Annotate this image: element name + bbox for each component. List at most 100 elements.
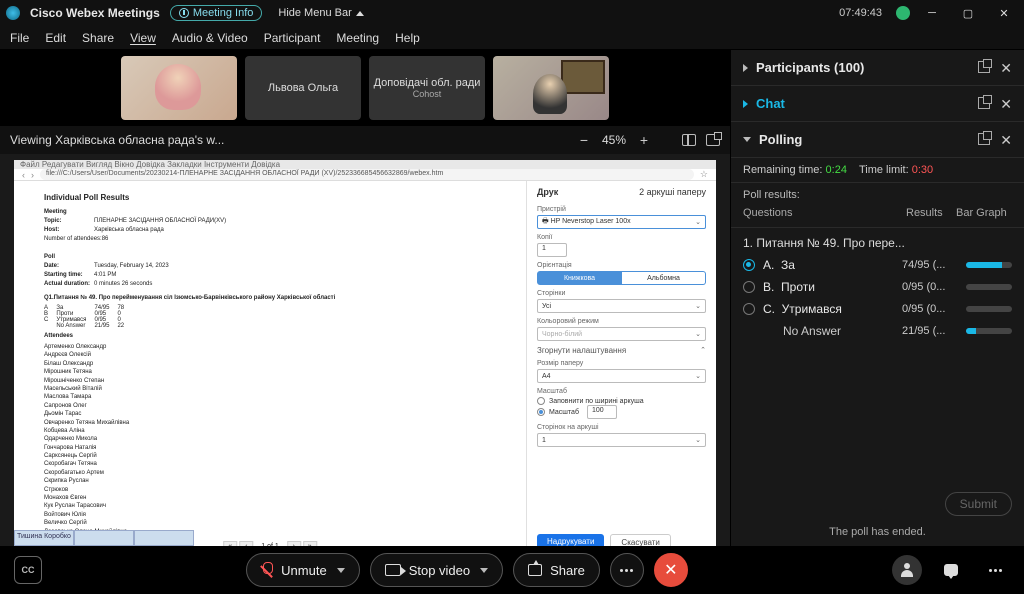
- print-sheets: 2 аркуші паперу: [639, 187, 706, 197]
- poll-option-a[interactable]: A. За 74/95 (...: [731, 254, 1024, 276]
- layout-side-icon[interactable]: [682, 134, 696, 146]
- scale-fit-label: Заповнити по ширині аркуша: [549, 398, 644, 405]
- print-color-select[interactable]: Чорно-білий⌄: [537, 327, 706, 341]
- menu-participant[interactable]: Participant: [264, 31, 321, 45]
- video-tile-2-name: Львова Ольга: [268, 82, 338, 94]
- scale-value-input[interactable]: 100: [587, 405, 617, 419]
- participants-label: Participants (100): [756, 60, 864, 75]
- doc-host-label: Host:: [44, 226, 94, 235]
- minimize-button[interactable]: ─: [918, 3, 946, 23]
- strip-cell: [74, 530, 134, 546]
- print-fewer[interactable]: Згорнути налаштування: [537, 346, 626, 355]
- doc-dur-label: Actual duration:: [44, 280, 94, 289]
- scale-fit-radio[interactable]: [537, 397, 545, 405]
- zoom-controls: − 45% +: [576, 132, 652, 148]
- doc-date: Tuesday, February 14, 2023: [94, 263, 169, 269]
- stop-video-button[interactable]: Stop video: [370, 553, 503, 587]
- meeting-info-button[interactable]: Meeting Info: [170, 5, 263, 21]
- print-copies-input[interactable]: 1: [537, 243, 567, 257]
- print-persheet-select[interactable]: 1⌄: [537, 433, 706, 447]
- radio-icon: [743, 303, 755, 315]
- menu-file[interactable]: File: [10, 31, 29, 45]
- menu-help[interactable]: Help: [395, 31, 420, 45]
- scale-custom-label: Масштаб: [549, 409, 579, 416]
- star-icon[interactable]: ☆: [700, 169, 708, 180]
- col-questions: Questions: [743, 207, 906, 219]
- back-icon[interactable]: ‹: [22, 170, 25, 180]
- chat-toggle[interactable]: [936, 555, 966, 585]
- menu-view[interactable]: View: [130, 31, 156, 45]
- maximize-button[interactable]: ▢: [954, 3, 982, 23]
- network-status-icon[interactable]: [896, 6, 910, 20]
- browser-body: Individual Poll Results Meeting Topic:ПЛ…: [14, 181, 716, 546]
- doc-start-label: Starting time:: [44, 271, 94, 280]
- print-paper-select[interactable]: A4⌄: [537, 369, 706, 383]
- video-tile-2[interactable]: Львова Ольга: [245, 56, 361, 120]
- forward-icon[interactable]: ›: [31, 170, 34, 180]
- zoom-out-button[interactable]: −: [576, 132, 592, 148]
- print-persheet-label: Сторінок на аркуші: [537, 424, 706, 431]
- zoom-in-button[interactable]: +: [636, 132, 652, 148]
- popout-icon[interactable]: [978, 61, 990, 73]
- print-device-select[interactable]: 🖶 HP Neverstop Laser 100x⌄: [537, 215, 706, 229]
- video-tile-3[interactable]: Доповідачі обл. ради Cohost: [369, 56, 485, 120]
- chevron-down-icon: [743, 137, 751, 142]
- table-row: No Answer21/9522: [44, 323, 132, 329]
- limit-value: 0:30: [912, 164, 933, 176]
- print-orient-label: Орієнтація: [537, 262, 706, 269]
- menu-audio-video[interactable]: Audio & Video: [172, 31, 248, 45]
- stop-video-label: Stop video: [409, 563, 470, 578]
- share-button[interactable]: Share: [513, 553, 600, 587]
- doc-meeting-label: Meeting: [44, 208, 94, 217]
- video-tile-4[interactable]: [493, 56, 609, 120]
- browser-url-bar: ‹ › file:///C:/Users/User/Documents/2023…: [14, 169, 716, 181]
- doc-dur: 0 minutes 26 seconds: [94, 281, 152, 287]
- participants-toggle[interactable]: [892, 555, 922, 585]
- right-panels: Participants (100) ✕ Chat ✕ Polling ✕: [730, 50, 1024, 546]
- scale-custom-radio[interactable]: [537, 408, 545, 416]
- popout-icon[interactable]: [978, 133, 990, 145]
- chat-panel-header[interactable]: Chat ✕: [731, 86, 1024, 122]
- hide-menu-button[interactable]: Hide Menu Bar: [278, 7, 363, 19]
- panel-options[interactable]: [980, 555, 1010, 585]
- limit-label: Time limit:: [859, 164, 909, 176]
- leave-meeting-button[interactable]: ✕: [654, 553, 688, 587]
- layout-popout-icon[interactable]: [706, 134, 720, 146]
- url-field[interactable]: file:///C:/Users/User/Documents/20230214…: [40, 169, 694, 180]
- more-options-button[interactable]: [610, 553, 644, 587]
- close-panel-icon[interactable]: ✕: [1000, 133, 1012, 147]
- participants-panel-header[interactable]: Participants (100) ✕: [731, 50, 1024, 86]
- poll-option-c[interactable]: C. Утримався 0/95 (0...: [731, 298, 1024, 320]
- video-tile-3-name: Доповідачі обл. ради: [374, 77, 481, 89]
- print-pages-select[interactable]: Усі⌄: [537, 299, 706, 313]
- info-icon: [179, 8, 189, 18]
- poll-option-b[interactable]: B. Проти 0/95 (0...: [731, 276, 1024, 298]
- remaining-value: 0:24: [826, 164, 847, 176]
- video-tile-1[interactable]: [121, 56, 237, 120]
- chevron-down-icon: [337, 568, 345, 573]
- video-strip: Львова Ольга Доповідачі обл. ради Cohost: [0, 50, 730, 126]
- chevron-up-icon: [356, 11, 364, 16]
- orient-landscape[interactable]: Альбомна: [622, 271, 706, 285]
- remaining-label: Remaining time:: [743, 164, 822, 176]
- doc-meta: Meeting Topic:ПЛЕНАРНЕ ЗАСІДАННЯ ОБЛАСНО…: [44, 208, 506, 289]
- doc-names: Артеменко ОлександрАндрєєв ОлексійБілаш …: [44, 343, 506, 546]
- main-area: Львова Ольга Доповідачі обл. ради Cohost…: [0, 50, 730, 546]
- unmute-button[interactable]: Unmute: [246, 553, 360, 587]
- menu-share[interactable]: Share: [82, 31, 114, 45]
- close-panel-icon[interactable]: ✕: [1000, 61, 1012, 75]
- mic-muted-icon: [261, 562, 273, 578]
- doc-title: Individual Poll Results: [44, 193, 506, 202]
- menu-meeting[interactable]: Meeting: [336, 31, 379, 45]
- shared-content: Файл Редагувати Вигляд Вікно Довідка Зак…: [0, 154, 730, 546]
- menu-edit[interactable]: Edit: [45, 31, 66, 45]
- meeting-info-label: Meeting Info: [193, 7, 254, 19]
- popout-icon[interactable]: [978, 97, 990, 109]
- close-window-button[interactable]: ✕: [990, 3, 1018, 23]
- chevron-right-icon: [743, 100, 748, 108]
- orient-portrait[interactable]: Книжкова: [537, 271, 622, 285]
- polling-panel-header[interactable]: Polling ✕: [731, 122, 1024, 158]
- close-panel-icon[interactable]: ✕: [1000, 97, 1012, 111]
- strip-cell: [134, 530, 194, 546]
- cc-button[interactable]: CC: [14, 556, 42, 584]
